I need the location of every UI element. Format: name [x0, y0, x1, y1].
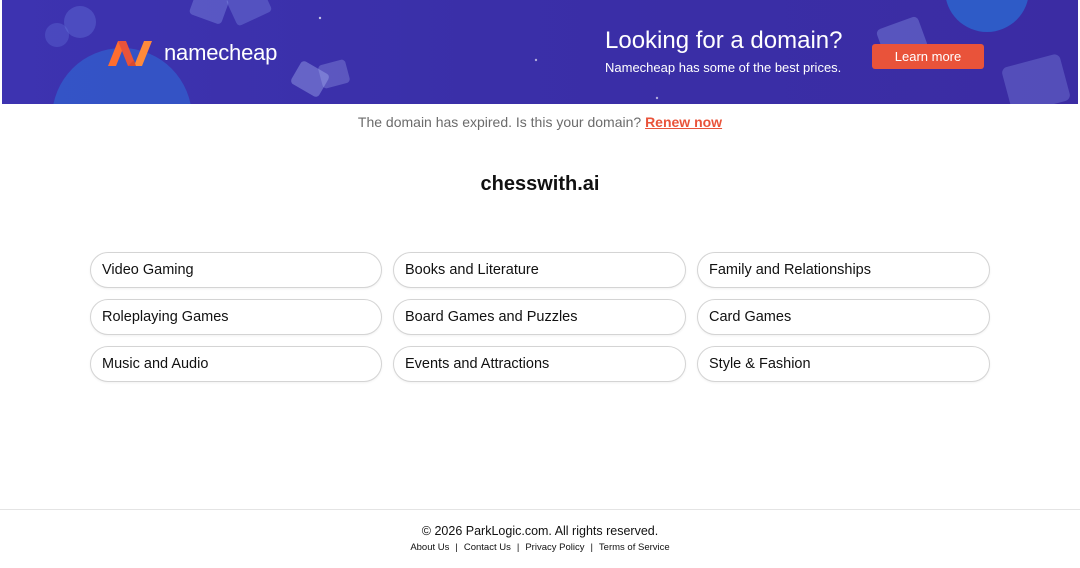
footer-separator: | [516, 542, 520, 553]
category-link-video-gaming[interactable]: Video Gaming [90, 252, 382, 288]
footer-separator: | [455, 542, 458, 553]
namecheap-logo[interactable]: namecheap [104, 38, 277, 68]
namecheap-logo-icon [108, 41, 152, 66]
logo-text: namecheap [164, 40, 278, 65]
category-link-style-and-fashion[interactable]: Style & Fashion [697, 346, 990, 382]
category-link-books-and-literature[interactable]: Books and Literature [393, 252, 686, 288]
renew-now-link[interactable]: Renew now [645, 114, 722, 130]
footer: © 2026 ParkLogic.com. All rights reserve… [0, 509, 1080, 568]
domain-name: chesswith.ai [480, 173, 600, 195]
category-link-card-games[interactable]: Card Games [697, 299, 990, 335]
footer-link-privacy-policy[interactable]: Privacy Policy [525, 542, 584, 553]
expired-notice-text: The domain has expired. Is this your dom… [357, 114, 642, 130]
footer-link-contact-us[interactable]: Contact Us [464, 542, 511, 553]
expired-notice: The domain has expired. Is this your dom… [0, 114, 1080, 130]
footer-links: About Us | Contact Us | Privacy Policy | Terms… [0, 542, 1080, 553]
copyright-text: © 2026 ParkLogic.com. All rights reserve… [421, 524, 659, 538]
promo-subtitle: Namecheap has some of the best prices. [605, 60, 842, 75]
category-link-family-and-relationships[interactable]: Family and Relationships [697, 252, 990, 288]
category-link-music-and-audio[interactable]: Music and Audio [90, 346, 382, 382]
learn-more-button[interactable]: Learn more [872, 44, 984, 69]
promo-banner: namecheap Looking for a domain? Namechea… [2, 0, 1078, 104]
category-link-events-and-attractions[interactable]: Events and Attractions [393, 346, 686, 382]
promo-title: Looking for a domain? [605, 27, 843, 54]
footer-link-about-us[interactable]: About Us [410, 542, 449, 553]
category-link-board-games-and-puzzles[interactable]: Board Games and Puzzles [393, 299, 686, 335]
footer-link-terms-of-service[interactable]: Terms of Service [599, 542, 670, 553]
category-grid: Video Gaming Books and Literature Family… [90, 252, 990, 382]
category-link-roleplaying-games[interactable]: Roleplaying Games [90, 299, 382, 335]
footer-separator: | [590, 542, 593, 553]
